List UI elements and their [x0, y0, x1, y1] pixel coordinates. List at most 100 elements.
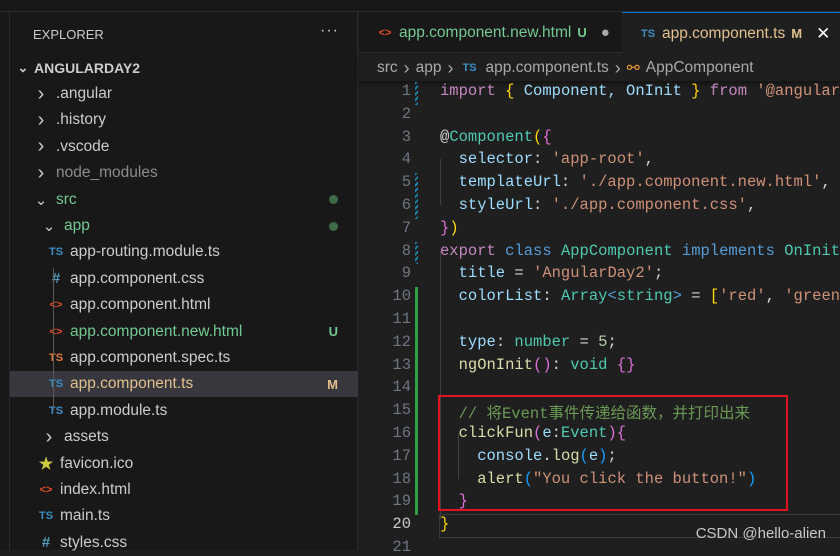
typescript-file-icon: TS — [48, 352, 64, 364]
code-token: { — [542, 127, 552, 146]
tree-item-label: app.component.css — [70, 269, 205, 287]
tree-item[interactable]: TS main.ts — [10, 503, 358, 529]
close-icon[interactable]: ✕ — [816, 24, 830, 44]
typescript-file-icon: TS — [462, 62, 477, 74]
line-number: 17 — [392, 446, 411, 465]
line-number: 3 — [401, 127, 411, 146]
git-status-badge: U — [328, 324, 338, 340]
breadcrumb-item[interactable]: app — [416, 59, 442, 77]
code-token: './app.component.css' — [551, 196, 747, 214]
line-number: 10 — [392, 287, 411, 306]
tree-item[interactable]: # app.component.css — [10, 266, 358, 292]
code-token: OnInit — [784, 241, 840, 260]
tree-item[interactable]: ⌄ src — [10, 187, 358, 213]
chevron-down-icon: ⌄ — [42, 218, 56, 235]
tree-item[interactable]: TS app-routing.module.ts — [10, 239, 358, 265]
code-token: string — [616, 287, 673, 306]
tree-item[interactable]: › node_modules — [10, 160, 358, 186]
tree-item-label: app.component.spec.ts — [70, 349, 231, 366]
code-token: Array — [560, 287, 608, 306]
code-token: = — [570, 332, 599, 351]
code-token: , — [821, 173, 831, 192]
line-number: 18 — [392, 469, 411, 488]
code-token: , — [746, 196, 757, 214]
activity-bar — [0, 12, 10, 550]
tree-item[interactable]: ⌄ app — [10, 213, 358, 239]
modified-line-marker[interactable] — [415, 196, 418, 219]
code-line: import { Component, OnInit } from '@angu… — [440, 82, 840, 100]
tree-item-label: assets — [64, 428, 109, 446]
tree-item[interactable]: TS app.component.ts M — [10, 371, 358, 398]
added-line-marker[interactable] — [415, 355, 418, 379]
line-number: 1 — [401, 82, 411, 100]
class-symbol-icon: ⚯ — [626, 59, 640, 77]
tree-item[interactable]: # styles.css — [10, 530, 358, 556]
breadcrumb-item[interactable]: AppComponent — [646, 59, 754, 77]
added-line-marker[interactable] — [415, 492, 418, 516]
modified-line-marker[interactable] — [415, 82, 418, 105]
tree-item[interactable]: TS app.component.spec.ts — [10, 345, 358, 371]
code-token: Component — [449, 127, 534, 146]
line-number: 4 — [401, 150, 411, 169]
tree-item[interactable]: ★ favicon.ico — [10, 451, 358, 477]
code-token: void — [570, 355, 608, 374]
git-status-badge: U — [577, 25, 587, 40]
tree-item[interactable]: <> index.html — [10, 477, 358, 503]
code-token: import — [440, 82, 496, 100]
editor-tabs: <> app.component.new.html U ● TS app.componen… — [359, 12, 840, 54]
code-token: ; — [653, 264, 664, 283]
added-line-marker[interactable] — [415, 310, 418, 333]
added-line-marker[interactable] — [415, 469, 418, 493]
tree-item[interactable]: TS app.module.ts — [10, 398, 358, 424]
breadcrumb-item[interactable]: src — [377, 59, 398, 77]
code-token: ngOnInit — [440, 355, 534, 374]
code-line: title = 'AngularDay2'; — [440, 264, 664, 283]
code-token: {} — [616, 355, 636, 374]
explorer-sidebar: EXPLORER ··· ⌄ ANGULARDAY2 › .angular › .hi… — [10, 12, 358, 551]
code-token: ) — [449, 218, 459, 237]
line-number: 21 — [392, 538, 411, 556]
added-line-marker[interactable] — [415, 401, 418, 424]
chevron-right-icon: › — [37, 108, 45, 131]
added-line-marker[interactable] — [415, 287, 418, 310]
more-actions-icon[interactable]: ··· — [320, 22, 339, 40]
tree-item-label: index.html — [60, 481, 131, 498]
code-line: type: number = 5; — [440, 333, 617, 351]
added-line-marker[interactable] — [415, 378, 418, 402]
code-token: title — [440, 264, 506, 283]
modified-line-marker[interactable] — [415, 173, 418, 196]
tree-item-label: app — [64, 217, 90, 234]
tree-item[interactable]: <> app.component.html — [10, 292, 358, 318]
typescript-file-icon: TS — [48, 246, 64, 259]
tree-item-label: app.component.new.html — [70, 322, 243, 340]
added-line-marker[interactable] — [415, 332, 418, 356]
breadcrumb: src › app › TS app.component.ts › ⚯ AppComponent — [359, 55, 840, 81]
tree-item-label: app.component.html — [70, 296, 211, 314]
code-token: type — [440, 332, 496, 351]
workspace-root[interactable]: ⌄ ANGULARDAY2 — [10, 55, 358, 81]
chevron-down-icon: ⌄ — [34, 191, 48, 209]
added-line-marker[interactable] — [415, 424, 418, 447]
tree-item-label: .history — [56, 111, 106, 129]
tree-item[interactable]: › .angular — [10, 81, 358, 107]
tree-item[interactable]: <> app.component.new.html U — [10, 319, 358, 345]
tree-item[interactable]: › assets — [10, 424, 358, 450]
modified-line-marker[interactable] — [415, 241, 418, 265]
code-editor[interactable]: 1 import { Component, OnInit } from '@ang… — [359, 81, 840, 556]
tab-app-component-new-html[interactable]: <> app.component.new.html U ● — [359, 12, 622, 53]
tree-item[interactable]: › .vscode — [10, 134, 358, 160]
tree-item[interactable]: › .history — [10, 107, 358, 133]
added-line-marker[interactable] — [415, 446, 418, 470]
indent-guide — [53, 268, 54, 410]
tree-item-label: src — [56, 190, 77, 208]
tab-app-component-ts[interactable]: TS app.component.ts M ✕ — [622, 12, 840, 54]
code-token: : — [551, 355, 571, 374]
tree-item-label: .angular — [56, 85, 113, 102]
git-status-badge: M — [327, 376, 338, 392]
breadcrumb-item[interactable]: app.component.ts — [486, 59, 609, 77]
unsaved-dot-icon[interactable]: ● — [601, 24, 610, 41]
